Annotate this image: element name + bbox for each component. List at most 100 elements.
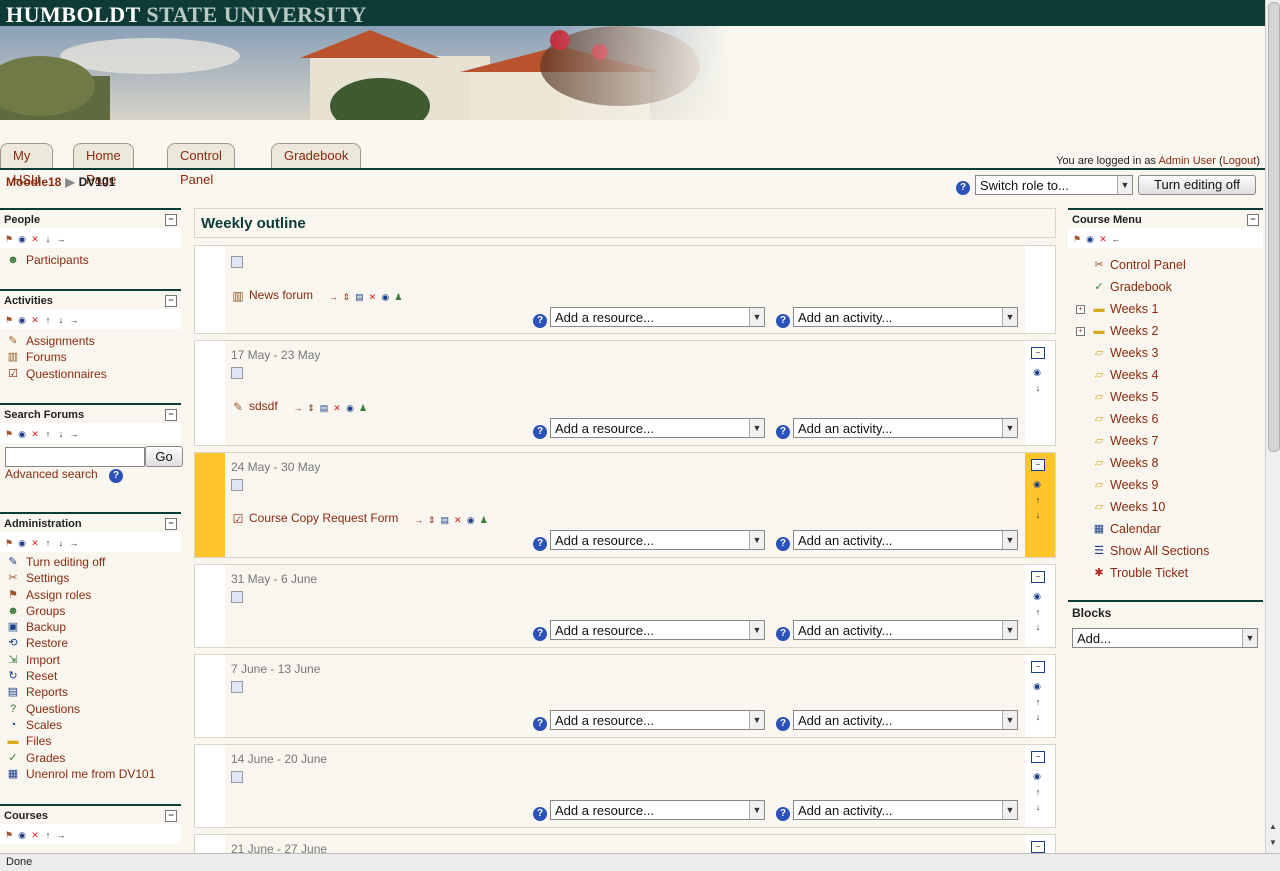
edit-summary-icon[interactable] bbox=[231, 681, 243, 693]
delete-icon[interactable]: ✕ bbox=[30, 538, 40, 548]
menu-trouble-ticket[interactable]: ✱ Trouble Ticket bbox=[1074, 562, 1263, 584]
assignments-link[interactable]: ✎ Assignments bbox=[6, 333, 175, 349]
admin-questions[interactable]: ? Questions bbox=[6, 701, 175, 717]
move-right-icon[interactable]: → bbox=[56, 830, 66, 840]
help-icon[interactable]: ? bbox=[533, 425, 547, 439]
move-icon[interactable]: ⇕ bbox=[341, 292, 351, 302]
scroll-up-icon[interactable]: ▲ bbox=[1268, 822, 1278, 834]
move-right-icon[interactable]: → bbox=[328, 292, 338, 302]
add-resource-select[interactable]: Add a resource... ▼ bbox=[550, 530, 765, 550]
add-activity-select[interactable]: Add an activity... ▼ bbox=[793, 710, 1018, 730]
add-activity-select[interactable]: Add an activity... ▼ bbox=[793, 530, 1018, 550]
delete-icon[interactable]: ✕ bbox=[30, 830, 40, 840]
hide-icon[interactable]: ◉ bbox=[17, 538, 27, 548]
tab-control-panel[interactable]: Control Panel bbox=[167, 143, 235, 187]
move-right-icon[interactable]: → bbox=[293, 403, 303, 413]
menu-weeks-2[interactable]: + ▬ Weeks 2 bbox=[1074, 320, 1263, 342]
edit-summary-icon[interactable] bbox=[231, 591, 243, 603]
admin-unenrol[interactable]: ▦ Unenrol me from DV101 bbox=[6, 766, 175, 782]
add-activity-select[interactable]: Add an activity... ▼ bbox=[793, 620, 1018, 640]
help-icon[interactable]: ? bbox=[956, 181, 970, 195]
expand-icon[interactable]: + bbox=[1076, 327, 1085, 336]
scrollbar-thumb[interactable] bbox=[1268, 2, 1280, 452]
breadcrumb-root[interactable]: Moodle18 bbox=[6, 175, 61, 189]
user-link[interactable]: Admin User bbox=[1158, 155, 1215, 167]
admin-reports[interactable]: ▤ Reports bbox=[6, 684, 175, 700]
edit-summary-icon[interactable] bbox=[231, 771, 243, 783]
tab-my-hsu[interactable]: My HSU bbox=[0, 143, 54, 187]
activity-course-copy-request-form[interactable]: ☑ Course Copy Request Form → ⇕ ▤ ✕ ◉ ♟ bbox=[231, 511, 492, 526]
eye-icon[interactable]: ◉ bbox=[1030, 367, 1044, 377]
move-right-icon[interactable]: → bbox=[69, 538, 79, 548]
show-only-section-icon[interactable]: − bbox=[1031, 459, 1045, 471]
menu-gradebook[interactable]: ✓ Gradebook bbox=[1074, 276, 1263, 298]
edit-icon[interactable]: ▤ bbox=[319, 403, 329, 413]
collapse-icon[interactable]: − bbox=[165, 214, 177, 226]
eye-icon[interactable]: ◉ bbox=[1030, 479, 1044, 489]
menu-weeks-4[interactable]: ▱ Weeks 4 bbox=[1074, 364, 1263, 386]
menu-weeks-6[interactable]: ▱ Weeks 6 bbox=[1074, 408, 1263, 430]
help-icon[interactable]: ? bbox=[533, 807, 547, 821]
menu-weeks-9[interactable]: ▱ Weeks 9 bbox=[1074, 474, 1263, 496]
add-activity-select[interactable]: Add an activity... ▼ bbox=[793, 418, 1018, 438]
admin-backup[interactable]: ▣ Backup bbox=[6, 619, 175, 635]
questionnaires-link[interactable]: ☑ Questionnaires bbox=[6, 366, 175, 382]
add-resource-select[interactable]: Add a resource... ▼ bbox=[550, 710, 765, 730]
move-down-icon[interactable]: ↓ bbox=[56, 429, 66, 439]
move-down-icon[interactable]: ↓ bbox=[56, 538, 66, 548]
menu-weeks-1[interactable]: + ▬ Weeks 1 bbox=[1074, 298, 1263, 320]
admin-groups[interactable]: ☻ Groups bbox=[6, 603, 175, 619]
delete-icon[interactable]: ✕ bbox=[1098, 234, 1108, 244]
help-icon[interactable]: ? bbox=[533, 314, 547, 328]
move-left-icon[interactable]: ← bbox=[1111, 234, 1121, 244]
edit-summary-icon[interactable] bbox=[231, 256, 243, 268]
participants-link[interactable]: ☻ Participants bbox=[6, 252, 175, 268]
help-icon[interactable]: ? bbox=[776, 807, 790, 821]
help-icon[interactable]: ? bbox=[776, 537, 790, 551]
hide-icon[interactable]: ◉ bbox=[466, 515, 476, 525]
hide-icon[interactable]: ◉ bbox=[17, 429, 27, 439]
tab-home-page[interactable]: Home Page bbox=[73, 143, 134, 187]
add-resource-select[interactable]: Add a resource... ▼ bbox=[550, 418, 765, 438]
move-down-icon[interactable]: ↓ bbox=[43, 234, 53, 244]
move-up-icon[interactable]: ↑ bbox=[1032, 495, 1044, 505]
turn-editing-off-button[interactable]: Turn editing off bbox=[1138, 175, 1256, 195]
roles-icon[interactable]: ⚑ bbox=[4, 830, 14, 840]
move-down-icon[interactable]: ↓ bbox=[1032, 712, 1044, 722]
menu-weeks-8[interactable]: ▱ Weeks 8 bbox=[1074, 452, 1263, 474]
eye-icon[interactable]: ◉ bbox=[1030, 771, 1044, 781]
roles-icon[interactable]: ⚑ bbox=[4, 429, 14, 439]
show-only-section-icon[interactable]: − bbox=[1031, 751, 1045, 763]
help-icon[interactable]: ? bbox=[533, 717, 547, 731]
move-icon[interactable]: ⇕ bbox=[306, 403, 316, 413]
roles-icon[interactable]: ⚑ bbox=[4, 538, 14, 548]
menu-show-all-sections[interactable]: ☰ Show All Sections bbox=[1074, 540, 1263, 562]
hide-icon[interactable]: ◉ bbox=[17, 830, 27, 840]
menu-control-panel[interactable]: ✂ Control Panel bbox=[1074, 254, 1263, 276]
delete-icon[interactable]: ✕ bbox=[30, 315, 40, 325]
add-resource-select[interactable]: Add a resource... ▼ bbox=[550, 307, 765, 327]
edit-summary-icon[interactable] bbox=[231, 367, 243, 379]
move-up-icon[interactable]: ↑ bbox=[1032, 787, 1044, 797]
advanced-search-link[interactable]: Advanced search bbox=[5, 467, 98, 481]
collapse-icon[interactable]: − bbox=[1247, 214, 1259, 226]
collapse-icon[interactable]: − bbox=[165, 810, 177, 822]
activity-news-forum[interactable]: ▥ News forum → ⇕ ▤ ✕ ◉ ♟ bbox=[231, 288, 406, 303]
move-icon[interactable]: ⇕ bbox=[427, 515, 437, 525]
collapse-icon[interactable]: − bbox=[165, 409, 177, 421]
search-input[interactable] bbox=[5, 447, 145, 467]
roles-icon[interactable]: ♟ bbox=[479, 515, 489, 525]
move-up-icon[interactable]: ↑ bbox=[43, 429, 53, 439]
go-button[interactable]: Go bbox=[145, 446, 183, 467]
show-only-section-icon[interactable]: − bbox=[1031, 841, 1045, 853]
hide-icon[interactable]: ◉ bbox=[17, 234, 27, 244]
logout-link[interactable]: Logout bbox=[1223, 155, 1257, 167]
tab-gradebook[interactable]: Gradebook bbox=[271, 143, 362, 168]
roles-icon[interactable]: ⚑ bbox=[1072, 234, 1082, 244]
show-only-section-icon[interactable]: − bbox=[1031, 661, 1045, 673]
move-up-icon[interactable]: ↑ bbox=[43, 830, 53, 840]
admin-files[interactable]: ▬ Files bbox=[6, 733, 175, 749]
hide-icon[interactable]: ◉ bbox=[1085, 234, 1095, 244]
edit-icon[interactable]: ▤ bbox=[440, 515, 450, 525]
add-activity-select[interactable]: Add an activity... ▼ bbox=[793, 307, 1018, 327]
